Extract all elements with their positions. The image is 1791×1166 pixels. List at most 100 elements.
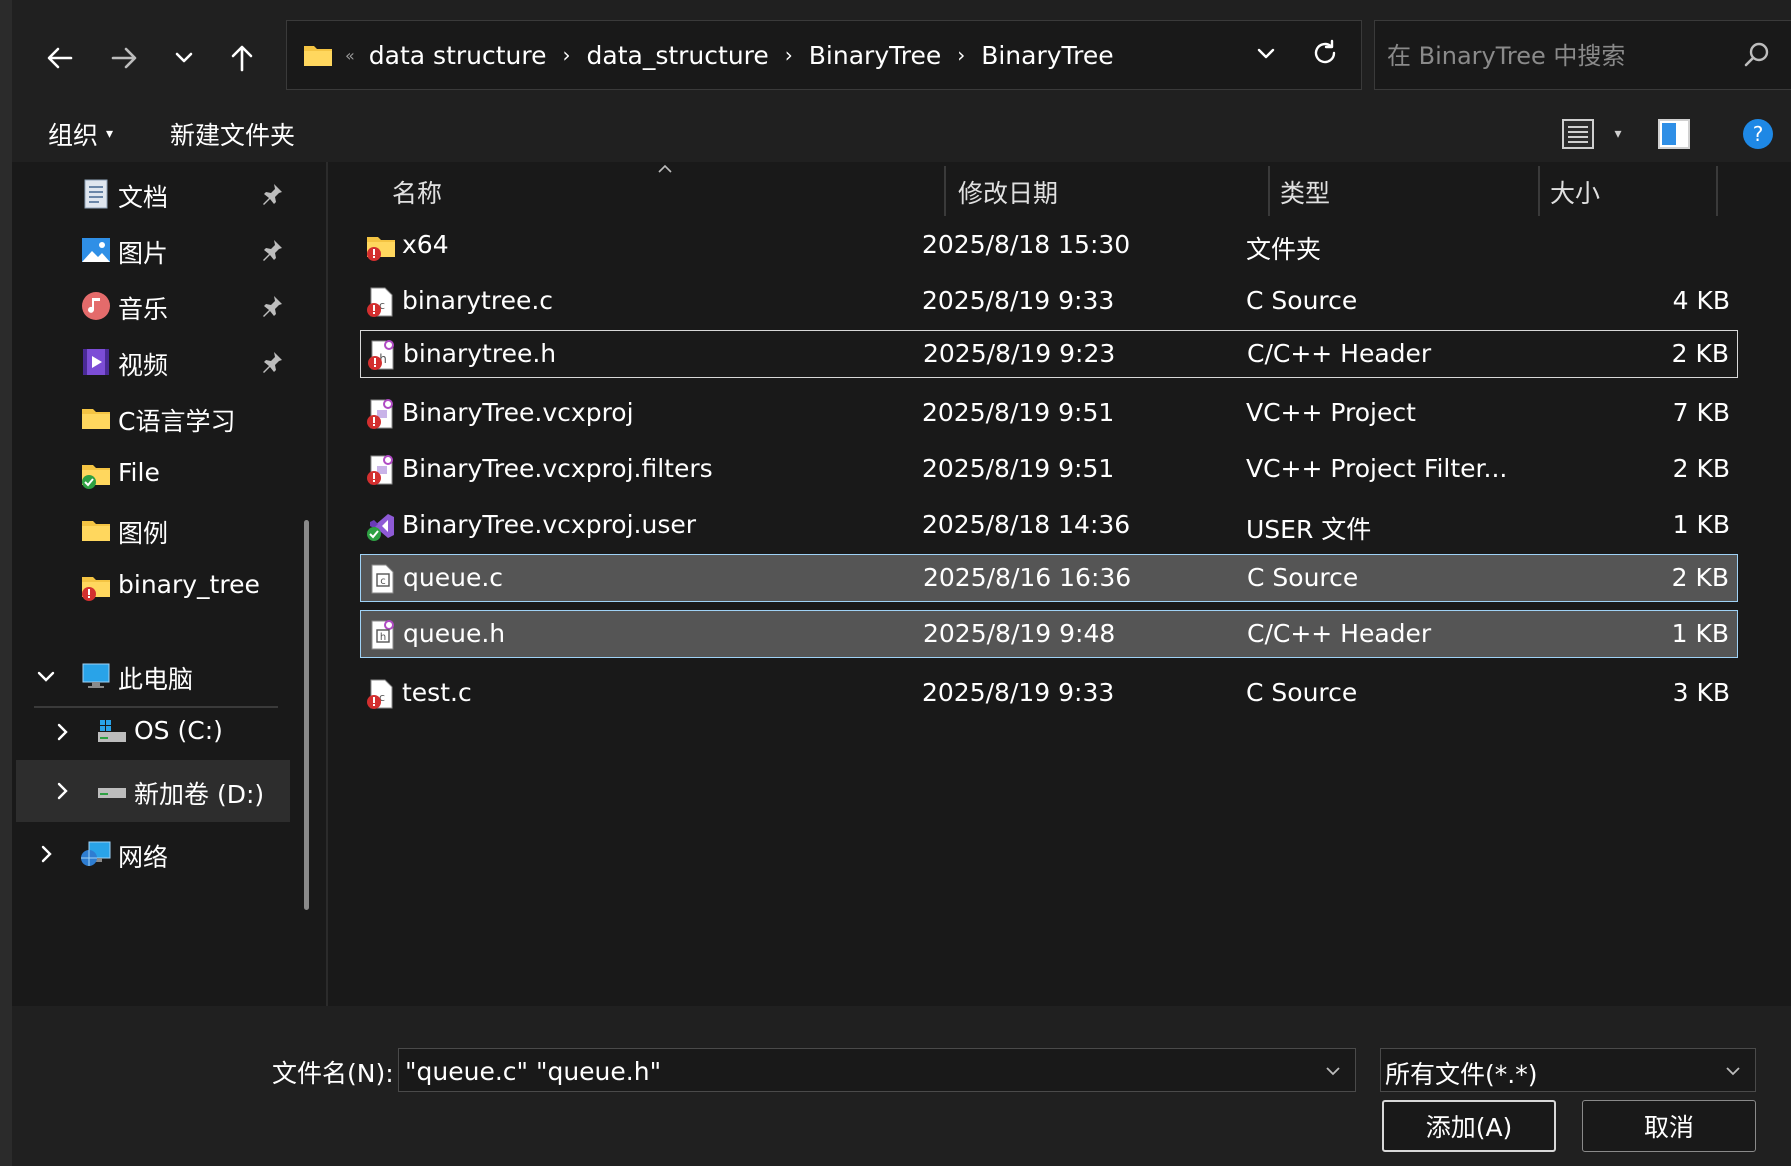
back-button[interactable] (36, 34, 84, 82)
file-date: 2025/8/19 9:51 (922, 454, 1115, 483)
file-type: USER 文件 (1246, 515, 1372, 544)
file-name: BinaryTree.vcxproj.user (402, 510, 697, 539)
breadcrumb-item[interactable]: BinaryTree (981, 41, 1113, 70)
address-bar[interactable]: « data structure › data_structure › Bina… (286, 20, 1362, 90)
new-folder-button[interactable]: 新建文件夹 (170, 114, 295, 154)
command-bar: 组织 ▾ 新建文件夹 ▾ ? (12, 104, 1791, 162)
pin-icon[interactable] (260, 182, 284, 206)
column-header-name[interactable]: 名称 (392, 174, 442, 210)
chevron-right-icon[interactable]: › (785, 43, 793, 67)
breadcrumb-item[interactable]: BinaryTree (809, 41, 941, 70)
chevron-down-icon[interactable] (1723, 1061, 1743, 1081)
breadcrumb-item[interactable]: data structure (369, 41, 547, 70)
forward-button[interactable] (100, 34, 148, 82)
sidebar-item-binary-tree[interactable]: binary_tree (12, 558, 292, 614)
navigation-bar: « data structure › data_structure › Bina… (12, 0, 1791, 104)
view-options-button[interactable] (1558, 114, 1598, 154)
file-type: VC++ Project Filter... (1246, 454, 1508, 483)
column-separator[interactable] (944, 166, 946, 216)
help-button[interactable]: ? (1738, 114, 1778, 154)
chevron-right-icon[interactable] (50, 720, 74, 744)
sidebar-item-label: 图例 (118, 519, 169, 548)
recent-locations-button[interactable] (160, 34, 208, 82)
sidebar-item-drive-c[interactable]: OS (C:) (12, 704, 292, 760)
music-icon (82, 292, 110, 320)
column-header-type[interactable]: 类型 (1280, 174, 1330, 210)
filename-combobox[interactable] (398, 1048, 1356, 1092)
sidebar-item-music[interactable]: 音乐 (12, 278, 292, 334)
column-separator[interactable] (1268, 166, 1270, 216)
file-row-binarytree-vcxproj-filters[interactable]: BinaryTree.vcxproj.filters 2025/8/19 9:51… (360, 446, 1738, 494)
sidebar-item-documents[interactable]: 文档 (12, 166, 292, 222)
file-name: x64 (402, 230, 449, 259)
sidebar-item-file[interactable]: File (12, 446, 292, 502)
pane-splitter[interactable] (326, 162, 328, 1006)
sidebar-item-videos[interactable]: 视频 (12, 334, 292, 390)
organize-button[interactable]: 组织 ▾ (48, 114, 113, 154)
preview-pane-button[interactable] (1654, 114, 1694, 154)
add-button[interactable]: 添加(A) (1382, 1100, 1556, 1152)
sidebar-item-c-language[interactable]: C语言学习 (12, 390, 292, 446)
sidebar-item-drive-d[interactable]: 新加卷 (D:) (16, 760, 290, 822)
folder-icon (82, 409, 110, 429)
file-row-binarytree-vcxproj[interactable]: BinaryTree.vcxproj 2025/8/19 9:51 VC++ Pro… (360, 390, 1738, 438)
breadcrumb-overflow[interactable]: « (345, 46, 355, 65)
sidebar-item-pictures[interactable]: 图片 (12, 222, 292, 278)
file-row-binarytree-vcxproj-user[interactable]: BinaryTree.vcxproj.user 2025/8/18 14:36 US… (360, 502, 1738, 550)
file-row-x64[interactable]: x64 2025/8/18 15:30 文件夹 (360, 222, 1738, 270)
view-dropdown-button[interactable]: ▾ (1606, 114, 1630, 154)
file-size: 7 KB (1672, 398, 1730, 427)
file-type: VC++ Project (1246, 398, 1416, 427)
chevron-right-icon[interactable]: › (563, 43, 571, 67)
file-size: 1 KB (1672, 510, 1730, 539)
search-input[interactable] (1385, 33, 1729, 79)
file-date: 2025/8/19 9:23 (923, 339, 1116, 368)
pin-icon[interactable] (260, 350, 284, 374)
pin-icon[interactable] (260, 238, 284, 262)
file-date: 2025/8/18 14:36 (922, 510, 1131, 539)
preview-pane-icon (1658, 119, 1690, 149)
vcxproj-file-conflict-icon (367, 455, 393, 485)
synced-folder-icon (82, 465, 110, 489)
file-row-queue-c[interactable]: c queue.c 2025/8/16 16:36 C Source 2 KB (360, 554, 1738, 602)
file-size: 4 KB (1672, 286, 1730, 315)
refresh-icon[interactable] (1309, 37, 1341, 69)
chevron-right-icon[interactable] (34, 842, 58, 866)
file-type-select[interactable]: 所有文件(*.*) (1380, 1048, 1756, 1092)
new-folder-label: 新建文件夹 (170, 121, 296, 150)
address-history-chevron-down-icon[interactable] (1251, 39, 1281, 69)
file-type: C Source (1246, 678, 1358, 707)
chevron-right-icon[interactable] (50, 779, 74, 803)
column-header-date[interactable]: 修改日期 (958, 174, 1058, 210)
filename-input[interactable] (403, 1053, 1307, 1089)
column-header-size[interactable]: 大小 (1550, 174, 1600, 210)
sidebar-item-legend[interactable]: 图例 (12, 502, 292, 558)
file-date: 2025/8/19 9:51 (922, 398, 1115, 427)
breadcrumb-item[interactable]: data_structure (587, 41, 769, 70)
column-separator[interactable] (1716, 166, 1718, 216)
search-icon[interactable] (1743, 41, 1771, 69)
filename-label: 文件名(N): (272, 1059, 394, 1088)
file-size: 2 KB (1671, 339, 1729, 368)
file-date: 2025/8/19 9:33 (922, 678, 1115, 707)
column-separator[interactable] (1538, 166, 1540, 216)
file-date: 2025/8/16 16:36 (923, 563, 1132, 592)
search-box[interactable] (1374, 20, 1791, 90)
pin-icon[interactable] (260, 294, 284, 318)
sidebar-item-network[interactable]: 网络 (12, 826, 292, 882)
file-row-test-c[interactable]: c test.c 2025/8/19 9:33 C Source 3 KB (360, 670, 1738, 718)
sidebar-item-label: C语言学习 (118, 407, 236, 436)
chevron-down-icon (175, 52, 193, 63)
cancel-button[interactable]: 取消 (1582, 1100, 1756, 1152)
file-row-binarytree-c[interactable]: c binarytree.c 2025/8/19 9:33 C Source 4 KB (360, 278, 1738, 326)
chevron-down-icon[interactable] (1323, 1061, 1343, 1081)
pictures-icon (82, 238, 110, 262)
chevron-right-icon[interactable]: › (957, 43, 965, 67)
sidebar-scrollbar[interactable] (304, 520, 309, 910)
file-row-queue-h[interactable]: h queue.h 2025/8/19 9:48 C/C++ Header 1 KB (360, 610, 1738, 658)
chevron-down-icon[interactable] (34, 664, 58, 688)
up-button[interactable] (218, 34, 266, 82)
file-row-binarytree-h[interactable]: h binarytree.h 2025/8/19 9:23 C/C++ Header 2… (360, 330, 1738, 378)
sidebar-item-this-pc[interactable]: 此电脑 (12, 648, 292, 704)
sidebar-item-label: 视频 (118, 351, 169, 380)
